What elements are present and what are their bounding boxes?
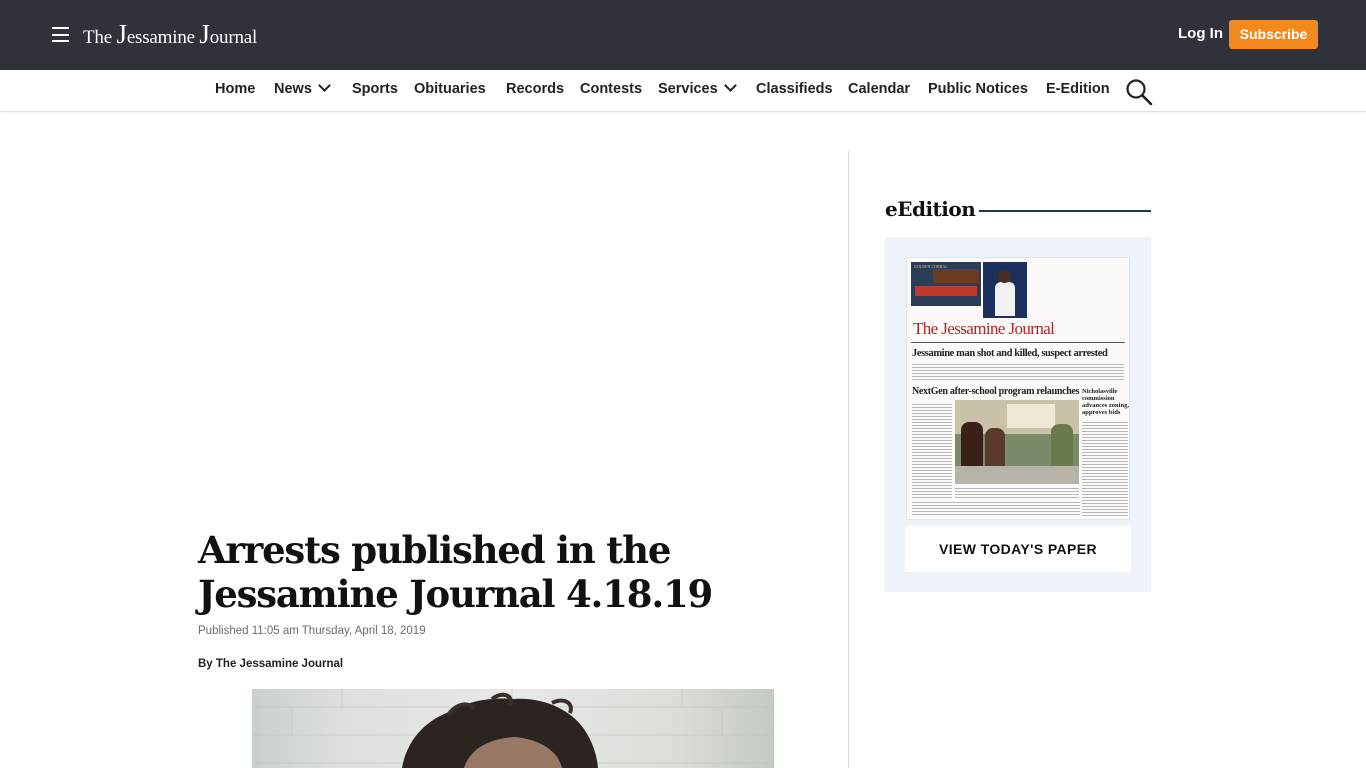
photo-sign	[1007, 404, 1055, 428]
nav-label: News	[274, 81, 312, 97]
view-todays-paper-button[interactable]: VIEW TODAY'S PAPER	[905, 526, 1131, 572]
article-headline: Arrests published in the Jessamine Journ…	[198, 528, 713, 616]
nav-label: Sports	[352, 81, 398, 97]
masthead-rule	[911, 342, 1125, 343]
menu-icon[interactable]	[52, 27, 69, 42]
nav-item-contests[interactable]: Contests	[580, 81, 642, 97]
paper-headline-1: Jessamine man shot and killed, suspect a…	[912, 348, 1108, 359]
mugshot-image	[252, 689, 774, 768]
player-head	[998, 270, 1011, 283]
nav-item-classifieds[interactable]: Classifieds	[756, 81, 833, 97]
logo-small-3: ournal	[209, 27, 258, 48]
photo-person	[961, 422, 983, 472]
nav-label: Home	[215, 81, 256, 97]
byline-prefix: By	[198, 658, 216, 670]
paper-headline-2: NextGen after-school program relaunches	[912, 386, 1080, 397]
sidebar-title: eEdition	[885, 197, 976, 221]
search-icon[interactable]	[1125, 78, 1153, 106]
nav-item-services[interactable]: Services	[658, 79, 737, 97]
author-link[interactable]: The Jessamine Journal	[216, 658, 343, 670]
nav-label: Obituaries	[414, 81, 486, 97]
story-text	[912, 364, 1124, 380]
nav-label: Services	[658, 81, 718, 97]
paper-headline-3: Nicholasville commission advances zoning…	[1082, 388, 1129, 416]
nav-item-e-edition[interactable]: E-Edition	[1046, 81, 1110, 97]
nav-item-obituaries[interactable]: Obituaries	[414, 81, 486, 97]
site-logo[interactable]: The Jessamine Journal	[83, 19, 257, 53]
nav-item-home[interactable]: Home	[215, 81, 255, 97]
story-text	[912, 404, 952, 500]
chevron-down-icon	[723, 79, 737, 92]
sports-photo	[983, 262, 1027, 318]
photo-caption	[955, 488, 1079, 498]
nav-item-public-notices[interactable]: Public Notices	[928, 81, 1028, 97]
title-rule	[979, 210, 1151, 212]
published-date: Published 11:05 am Thursday, April 18, 2…	[198, 625, 426, 637]
player-jersey	[995, 282, 1015, 316]
nav-item-calendar[interactable]: Calendar	[848, 81, 910, 97]
paper-masthead: The Jessamine Journal	[913, 319, 1055, 338]
ad-photo	[933, 269, 979, 283]
nav-item-sports[interactable]: Sports	[352, 81, 398, 97]
nav-label: Calendar	[848, 81, 911, 97]
ad-banner	[915, 286, 977, 296]
nav-label: Public Notices	[928, 81, 1028, 97]
eedition-front-page[interactable]: GOLDEN CORRAL The Jessamine Journal Jess…	[906, 257, 1130, 520]
nav-label: Records	[506, 81, 565, 97]
logo-small-2: essamine	[126, 27, 200, 48]
nav-label: E-Edition	[1046, 81, 1110, 97]
subscribe-button[interactable]: Subscribe	[1229, 20, 1318, 49]
nav-item-records[interactable]: Records	[506, 81, 564, 97]
logo-big-1: J	[116, 19, 128, 49]
nav-label: Contests	[580, 81, 643, 97]
logo-small-1: The	[83, 27, 117, 48]
main-nav: Home News Sports Obituaries Records Cont…	[0, 70, 1366, 112]
nav-item-news[interactable]: News	[274, 79, 331, 97]
top-bar: The Jessamine Journal Log In Subscribe	[0, 0, 1366, 70]
story-text	[912, 502, 1080, 516]
ad-block: GOLDEN CORRAL	[911, 262, 981, 306]
logo-big-2: J	[199, 19, 210, 49]
nav-label: Classifieds	[756, 81, 833, 97]
chevron-down-icon	[318, 79, 331, 92]
story-text	[1082, 422, 1128, 516]
column-divider	[848, 151, 849, 768]
program-photo	[955, 400, 1079, 484]
photo-table	[955, 466, 1079, 484]
article-photo	[252, 689, 774, 768]
byline: By The Jessamine Journal	[198, 658, 343, 670]
login-link[interactable]: Log In	[1178, 25, 1223, 42]
